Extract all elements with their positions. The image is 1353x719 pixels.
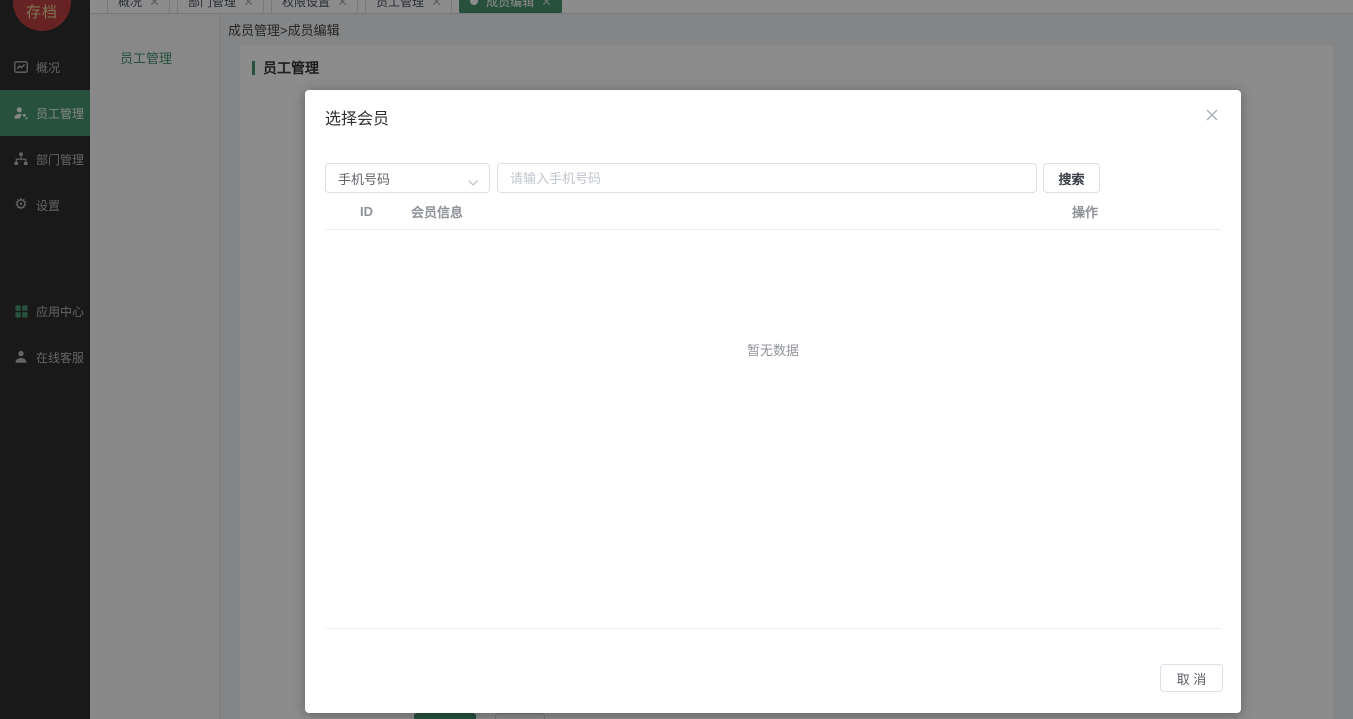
chevron-down-icon (467, 175, 479, 190)
search-button[interactable]: 搜索 (1043, 163, 1100, 193)
column-actions: 操作 (1071, 205, 1098, 220)
phone-search-input[interactable] (497, 163, 1037, 193)
member-table-header: ID 会员信息 操作 (325, 194, 1221, 230)
select-member-dialog: 选择会员 手机号码 搜索 ID 会员信息 操作 暂无数据 取 消 (305, 90, 1241, 713)
empty-state-text: 暂无数据 (746, 343, 799, 358)
column-member-info: 会员信息 (411, 205, 464, 220)
dialog-title: 选择会员 (325, 111, 390, 128)
cancel-button[interactable]: 取 消 (1160, 664, 1223, 692)
member-search-bar: 手机号码 搜索 (325, 163, 1100, 193)
footer-divider (325, 628, 1221, 629)
search-type-select[interactable]: 手机号码 (325, 163, 490, 193)
search-type-value: 手机号码 (338, 171, 391, 187)
column-id: ID (360, 204, 373, 219)
close-icon[interactable] (1205, 108, 1219, 122)
